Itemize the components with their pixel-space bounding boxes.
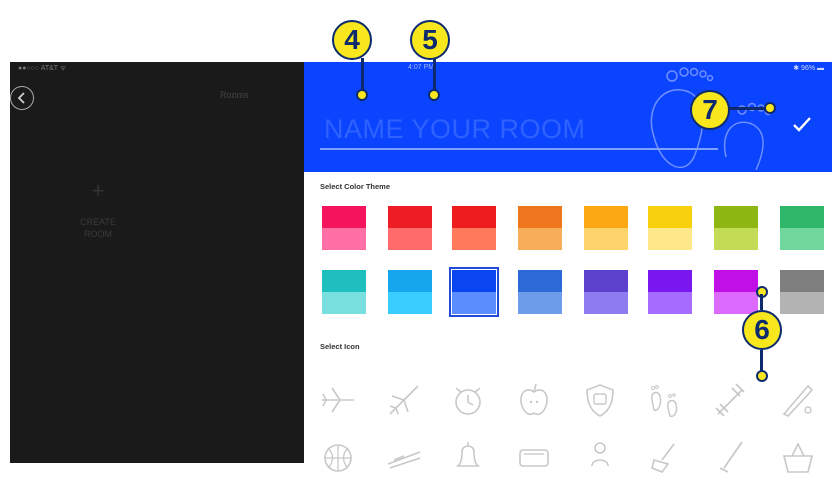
airplane-icon[interactable] [318, 380, 358, 420]
color-swatch[interactable] [452, 206, 496, 250]
barbell-icon[interactable] [710, 380, 750, 420]
shield-icon[interactable] [580, 380, 620, 420]
color-swatch[interactable] [714, 270, 758, 314]
color-swatch[interactable] [584, 206, 628, 250]
color-swatch[interactable] [780, 270, 824, 314]
callout-4-dot [356, 89, 368, 101]
apple-icon[interactable] [514, 380, 554, 420]
callout-6-leader-bottom [760, 350, 763, 372]
color-swatch[interactable] [388, 206, 432, 250]
color-swatch[interactable] [648, 270, 692, 314]
bed-icon[interactable] [384, 438, 424, 478]
basketball-icon[interactable] [318, 438, 358, 478]
callout-5: 5 [410, 20, 450, 60]
callout-5-dot [428, 89, 440, 101]
color-theme-label: Select Color Theme [320, 182, 391, 191]
callout-7: 7 [690, 90, 730, 130]
person-icon[interactable] [580, 438, 620, 478]
callout-6: 6 [742, 310, 782, 350]
color-swatch[interactable] [449, 267, 499, 317]
basket-icon[interactable] [778, 438, 818, 478]
room-name-input[interactable] [322, 110, 726, 148]
back-button[interactable] [10, 86, 34, 110]
color-swatch[interactable] [322, 206, 366, 250]
bell-icon[interactable] [448, 438, 488, 478]
status-carrier: ●●○○○ AT&T ᯤ [18, 65, 67, 72]
broom-icon[interactable] [644, 438, 684, 478]
color-swatch[interactable] [648, 206, 692, 250]
callout-7-leader [728, 107, 768, 110]
alarm-clock-icon[interactable] [448, 380, 488, 420]
bathtub-icon[interactable] [514, 438, 554, 478]
callout-6-leader-top [760, 294, 763, 310]
baseball-bat-icon[interactable] [778, 380, 818, 420]
color-swatch[interactable] [714, 206, 758, 250]
room-header: 4:07 PM ✱ 96% ▬ [304, 62, 832, 172]
confirm-button[interactable] [790, 112, 814, 136]
callout-4: 4 [332, 20, 372, 60]
rooms-title: Rooms [220, 90, 249, 100]
color-swatch[interactable] [518, 206, 562, 250]
callout-6-dot-bottom [756, 370, 768, 382]
create-room-label: CREATE ROOM [80, 217, 116, 239]
color-swatch[interactable] [780, 206, 824, 250]
callout-7-dot [764, 102, 776, 114]
checkmark-icon [793, 117, 811, 132]
color-swatch[interactable] [518, 270, 562, 314]
baby-feet-icon[interactable] [644, 380, 684, 420]
plus-icon: + [91, 178, 105, 203]
color-swatch[interactable] [584, 270, 628, 314]
create-room-button[interactable]: + CREATE ROOM [70, 180, 126, 240]
brush-icon[interactable] [710, 438, 750, 478]
plane-takeoff-icon[interactable] [384, 380, 424, 420]
room-name-underline [320, 148, 718, 150]
icon-section-label: Select Icon [320, 342, 360, 351]
color-swatch[interactable] [322, 270, 366, 314]
color-swatch[interactable] [388, 270, 432, 314]
status-time: 4:07 PM [408, 64, 435, 71]
rooms-panel: ●●○○○ AT&T ᯤ [10, 62, 304, 463]
chevron-left-icon [17, 92, 25, 104]
